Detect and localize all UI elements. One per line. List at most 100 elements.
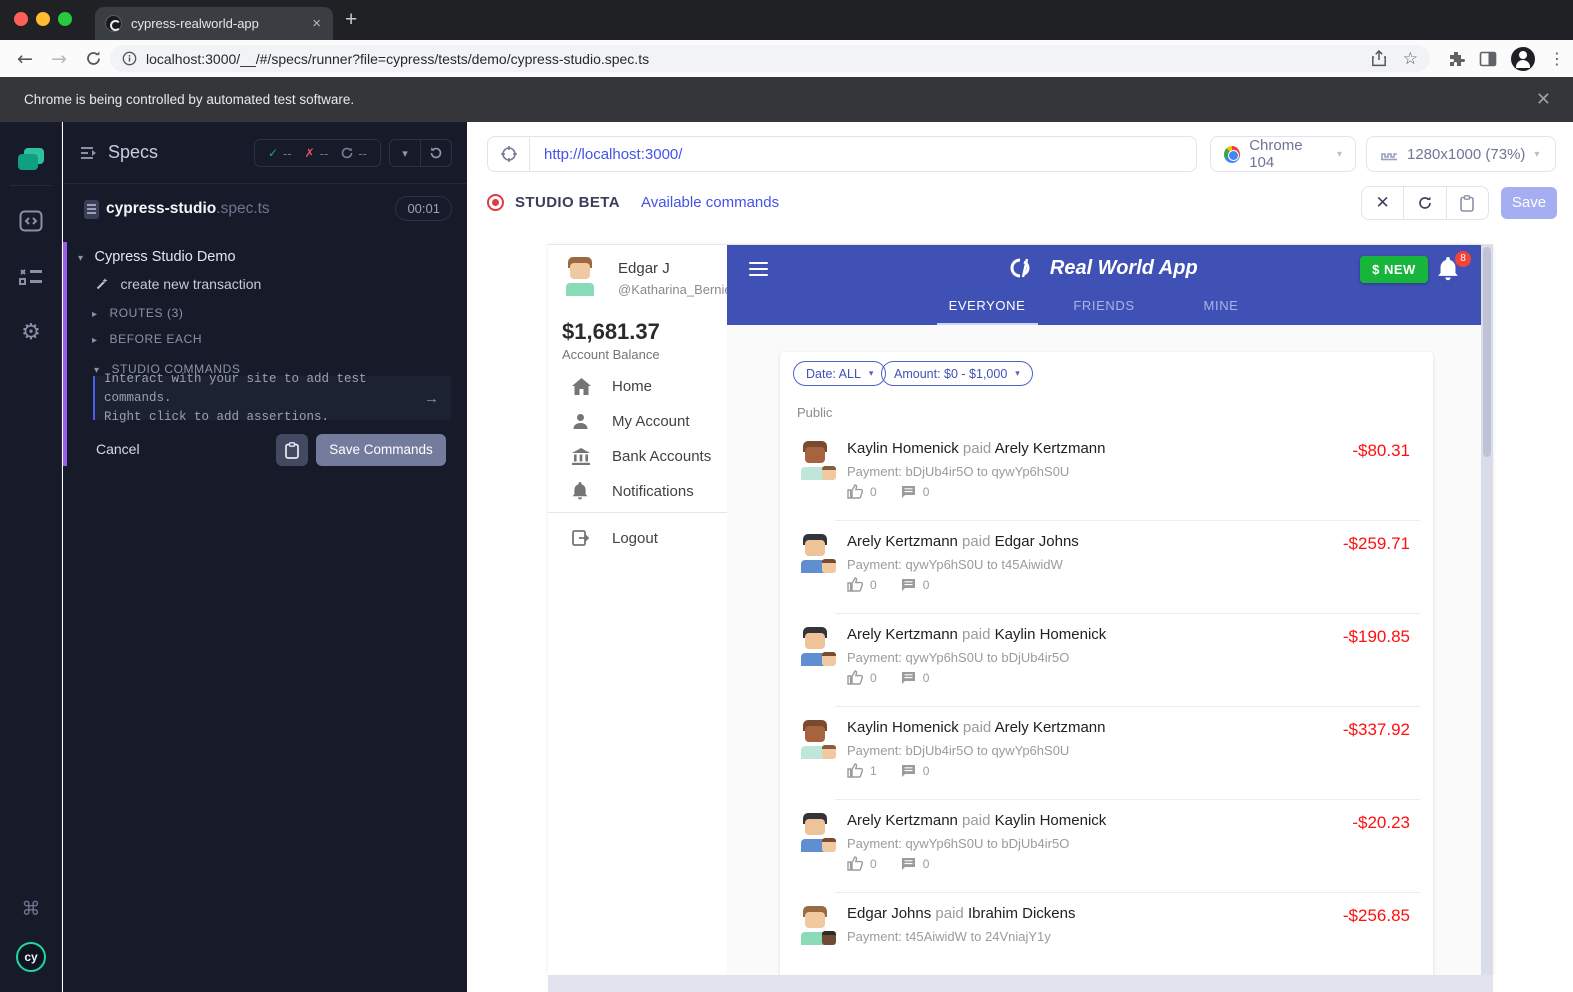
routes-section-row[interactable]: ▸ ROUTES (3): [92, 304, 496, 322]
notifications-bell[interactable]: 8: [1437, 257, 1467, 283]
transaction-amount: -$190.85: [1343, 627, 1410, 647]
address-bar[interactable]: localhost:3000/__/#/specs/runner?file=cy…: [110, 45, 1430, 72]
transaction-row[interactable]: Arely Kertzmann paid Kaylin Homenick Pay…: [780, 614, 1433, 707]
studio-copy-icon[interactable]: [1446, 187, 1488, 219]
share-icon[interactable]: [1371, 50, 1387, 67]
like-count: 0: [870, 671, 877, 685]
test-row[interactable]: create new transaction: [96, 276, 500, 294]
browser-select[interactable]: Chrome 104 ▾: [1210, 136, 1356, 172]
nav-item-notifications[interactable]: Notifications: [548, 474, 727, 508]
cypress-logo-icon[interactable]: [18, 148, 44, 172]
transaction-amount: -$259.71: [1343, 534, 1410, 554]
comment-icon[interactable]: [901, 485, 916, 499]
page-info-icon[interactable]: [122, 51, 137, 66]
bookmark-star-icon[interactable]: ☆: [1403, 49, 1418, 69]
like-count: 0: [870, 578, 877, 592]
viewport-select[interactable]: 1280x1000 (73%) ▾: [1366, 136, 1556, 172]
transaction-row[interactable]: Arely Kertzmann paid Kaylin Homenick Pay…: [780, 800, 1433, 893]
traffic-light-minimize[interactable]: [36, 12, 50, 26]
nav-item-my-account[interactable]: My Account: [548, 404, 727, 438]
traffic-light-close[interactable]: [14, 12, 28, 26]
reload-icon[interactable]: [76, 50, 110, 67]
tab-friends[interactable]: FRIENDS: [1046, 295, 1163, 325]
user-profile[interactable]: Edgar J @Katharina_Bernier: [560, 256, 736, 297]
new-tab-button[interactable]: +: [345, 9, 357, 30]
like-icon[interactable]: [847, 577, 863, 592]
like-icon[interactable]: [847, 484, 863, 499]
cypress-version-badge[interactable]: cy: [16, 942, 46, 972]
routes-label[interactable]: ROUTES (3): [109, 306, 183, 320]
runs-list-icon[interactable]: [0, 266, 62, 291]
chevron-right-icon[interactable]: ▸: [92, 335, 97, 346]
browser-tab[interactable]: cypress-realworld-app ×: [95, 7, 333, 40]
amount-filter-chip[interactable]: Amount: $0 - $1,000▾: [881, 361, 1033, 386]
keyboard-shortcuts-icon[interactable]: ⌘: [0, 898, 62, 920]
new-transaction-button[interactable]: $ NEW: [1360, 256, 1428, 283]
studio-close-icon[interactable]: ✕: [1362, 187, 1403, 219]
browser-tab-strip: cypress-realworld-app × +: [0, 0, 1573, 40]
collapse-chevron-icon[interactable]: ▾: [390, 140, 420, 166]
transaction-title: Kaylin Homenick paid Arely Kertzmann: [847, 719, 1105, 736]
chevron-down-icon[interactable]: ▾: [78, 253, 83, 264]
nav-item-bank-accounts[interactable]: Bank Accounts: [548, 439, 727, 473]
test-stats: ✓-- ✗-- --: [254, 139, 381, 167]
feed-section-label: Public: [797, 405, 832, 420]
nav-item-logout[interactable]: Logout: [548, 521, 727, 555]
before-each-label[interactable]: BEFORE EACH: [109, 332, 202, 346]
account-balance-label: Account Balance: [562, 347, 660, 362]
side-panel-icon[interactable]: [1479, 50, 1497, 68]
chevron-right-icon[interactable]: ▸: [92, 309, 97, 320]
date-filter-chip[interactable]: Date: ALL▾: [793, 361, 886, 386]
spec-file-row[interactable]: cypress-studio.spec.ts 00:01: [63, 196, 467, 232]
url-text[interactable]: localhost:3000/__/#/specs/runner?file=cy…: [146, 51, 1371, 67]
tab-everyone[interactable]: EVERYONE: [929, 295, 1046, 325]
home-icon: [572, 378, 592, 395]
studio-hint-line1: Interact with your site to add test comm…: [104, 370, 424, 408]
studio-save-button[interactable]: Save: [1501, 187, 1557, 219]
menu-kebab-icon[interactable]: ⋮: [1549, 49, 1565, 68]
comment-icon[interactable]: [901, 578, 916, 592]
cancel-button[interactable]: Cancel: [96, 441, 140, 457]
transaction-row[interactable]: Edgar Johns paid Ibrahim Dickens Payment…: [780, 893, 1433, 975]
tab-mine[interactable]: MINE: [1163, 295, 1280, 325]
logout-icon: [572, 530, 592, 546]
nav-item-home[interactable]: Home: [548, 369, 727, 403]
app-scrollbar[interactable]: [1481, 245, 1493, 975]
copy-commands-button[interactable]: [276, 434, 308, 466]
specs-page-icon[interactable]: [0, 210, 62, 237]
like-icon[interactable]: [847, 763, 863, 778]
settings-gear-icon[interactable]: ⚙: [0, 320, 62, 345]
suite-title[interactable]: Cypress Studio Demo: [94, 249, 235, 265]
back-icon[interactable]: ←: [8, 48, 42, 70]
automation-infobar: Chrome is being controlled by automated …: [0, 77, 1573, 122]
transaction-amount: -$256.85: [1343, 906, 1410, 926]
extensions-puzzle-icon[interactable]: [1447, 50, 1465, 68]
comment-count: 0: [923, 578, 930, 592]
tab-close-icon[interactable]: ×: [310, 15, 323, 32]
traffic-light-zoom[interactable]: [58, 12, 72, 26]
transaction-row[interactable]: Kaylin Homenick paid Arely Kertzmann Pay…: [780, 707, 1433, 800]
before-each-section-row[interactable]: ▸ BEFORE EACH: [92, 330, 496, 348]
test-title[interactable]: create new transaction: [120, 276, 261, 292]
like-icon[interactable]: [847, 856, 863, 871]
transaction-row[interactable]: Arely Kertzmann paid Edgar Johns Payment…: [780, 521, 1433, 614]
like-icon[interactable]: [847, 670, 863, 685]
profile-avatar[interactable]: [1511, 47, 1535, 71]
studio-restart-icon[interactable]: [1403, 187, 1445, 219]
available-commands-link[interactable]: Available commands: [641, 194, 779, 211]
rerun-tests-icon[interactable]: [420, 140, 451, 166]
transaction-amount: -$20.23: [1352, 813, 1410, 833]
aut-url-text[interactable]: http://localhost:3000/: [530, 146, 682, 163]
passed-icon: ✓: [268, 146, 278, 160]
aut-url-bar[interactable]: http://localhost:3000/: [487, 136, 1197, 172]
save-commands-button[interactable]: Save Commands: [316, 434, 446, 466]
comment-icon[interactable]: [901, 764, 916, 778]
transaction-row[interactable]: Kaylin Homenick paid Arely Kertzmann Pay…: [780, 428, 1433, 521]
comment-icon[interactable]: [901, 671, 916, 685]
infobar-close-icon[interactable]: ✕: [1536, 89, 1551, 110]
selector-playground-icon[interactable]: [488, 137, 530, 171]
comment-icon[interactable]: [901, 857, 916, 871]
cypress-nav-rail: ⚙ ⌘ cy: [0, 122, 62, 992]
transaction-title: Kaylin Homenick paid Arely Kertzmann: [847, 440, 1105, 457]
suite-row[interactable]: ▾ Cypress Studio Demo: [78, 248, 482, 266]
